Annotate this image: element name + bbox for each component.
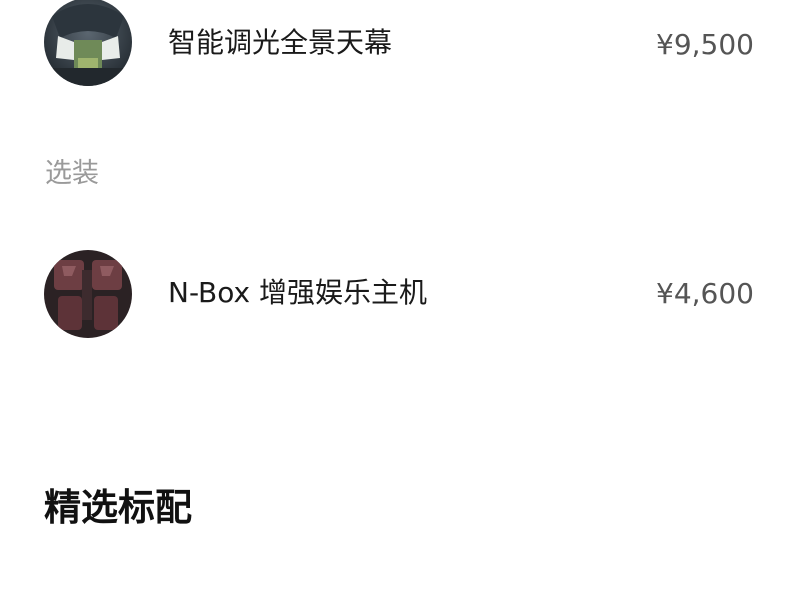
option-price: ¥9,500 <box>656 28 754 61</box>
option-row-panoramic-roof[interactable]: 智能调光全景天幕 ¥9,500 <box>0 0 800 96</box>
option-row-nbox[interactable]: N-Box 增强娱乐主机 ¥4,600 <box>0 248 800 344</box>
section-optional-label: 选装 <box>45 158 99 189</box>
option-price: ¥4,600 <box>656 277 754 310</box>
panoramic-roof-thumbnail <box>44 0 132 86</box>
option-name: N-Box 增强娱乐主机 <box>168 276 428 309</box>
option-name: 智能调光全景天幕 <box>168 26 393 59</box>
nbox-interior-thumbnail <box>44 250 132 338</box>
section-featured-standard-heading: 精选标配 <box>44 486 192 529</box>
